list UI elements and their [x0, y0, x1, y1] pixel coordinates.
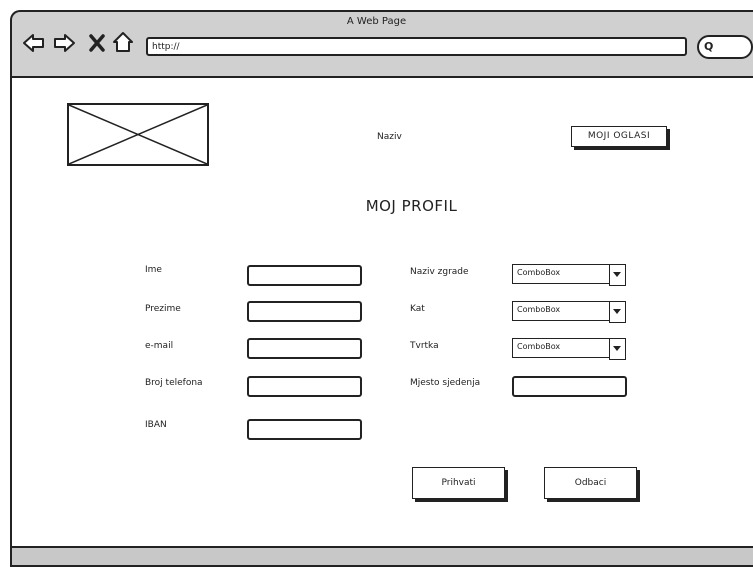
combobox-value: ComboBox	[517, 268, 561, 277]
last-name-label: Prezime	[145, 304, 181, 314]
building-name-label: Naziv zgrade	[410, 267, 469, 277]
my-ads-button[interactable]: MOJI OGLASI	[571, 126, 667, 147]
email-input[interactable]	[247, 338, 362, 359]
reject-button[interactable]: Odbaci	[544, 467, 637, 499]
status-bar	[10, 546, 753, 567]
search-icon: Q	[704, 40, 714, 53]
chevron-down-icon[interactable]	[609, 264, 626, 286]
phone-input[interactable]	[247, 376, 362, 397]
last-name-input[interactable]	[247, 301, 362, 322]
address-bar[interactable]: http://	[146, 37, 687, 56]
home-icon[interactable]	[112, 31, 134, 53]
floor-label: Kat	[410, 304, 425, 314]
chevron-down-icon[interactable]	[609, 301, 626, 323]
logo-image-placeholder	[67, 103, 209, 166]
phone-label: Broj telefona	[145, 378, 203, 388]
company-combobox[interactable]: ComboBox	[512, 338, 626, 360]
first-name-input[interactable]	[247, 265, 362, 286]
app-name: Naziv	[377, 132, 402, 142]
floor-combobox[interactable]: ComboBox	[512, 301, 626, 323]
seat-location-input[interactable]	[512, 376, 627, 397]
email-label: e-mail	[145, 341, 174, 351]
iban-label: IBAN	[145, 420, 167, 430]
page-title: MOJ PROFIL	[365, 197, 458, 215]
company-label: Tvrtka	[410, 341, 439, 351]
back-arrow-icon[interactable]	[22, 33, 46, 53]
forward-arrow-icon[interactable]	[52, 33, 76, 53]
window-title: A Web Page	[346, 16, 407, 27]
accept-button[interactable]: Prihvati	[412, 467, 505, 499]
combobox-value: ComboBox	[517, 342, 561, 351]
iban-input[interactable]	[247, 419, 362, 440]
building-name-combobox[interactable]: ComboBox	[512, 264, 626, 286]
seat-location-label: Mjesto sjedenja	[410, 378, 481, 388]
image-placeholder-icon	[69, 105, 207, 164]
first-name-label: Ime	[145, 265, 162, 275]
close-icon[interactable]	[89, 34, 105, 52]
chevron-down-icon[interactable]	[609, 338, 626, 360]
combobox-value: ComboBox	[517, 305, 561, 314]
